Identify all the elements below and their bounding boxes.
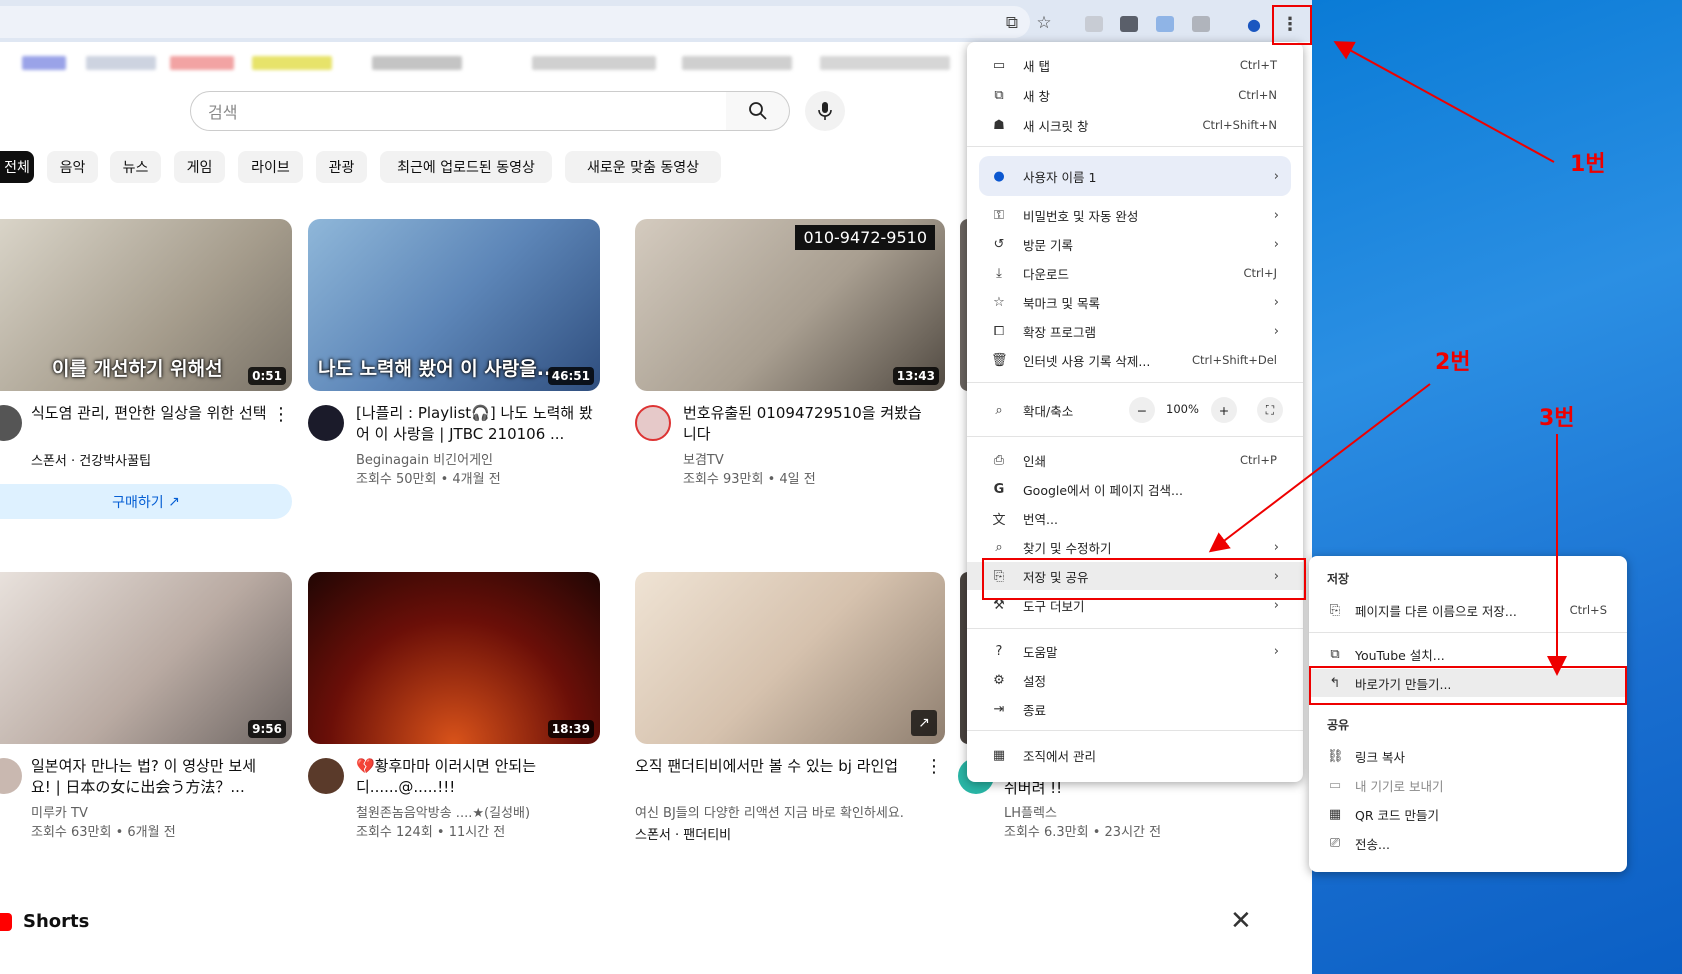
annotation-label-3: 3번 (1539, 406, 1575, 431)
annotation-box-save-share (982, 558, 1306, 600)
annotation-box-shortcut (1309, 666, 1627, 705)
annotation-label-2: 2번 (1435, 350, 1471, 375)
annotation-label-1: 1번 (1570, 152, 1606, 177)
annotation-arrows (1208, 41, 1567, 676)
annotation-box-menu (1272, 5, 1312, 45)
